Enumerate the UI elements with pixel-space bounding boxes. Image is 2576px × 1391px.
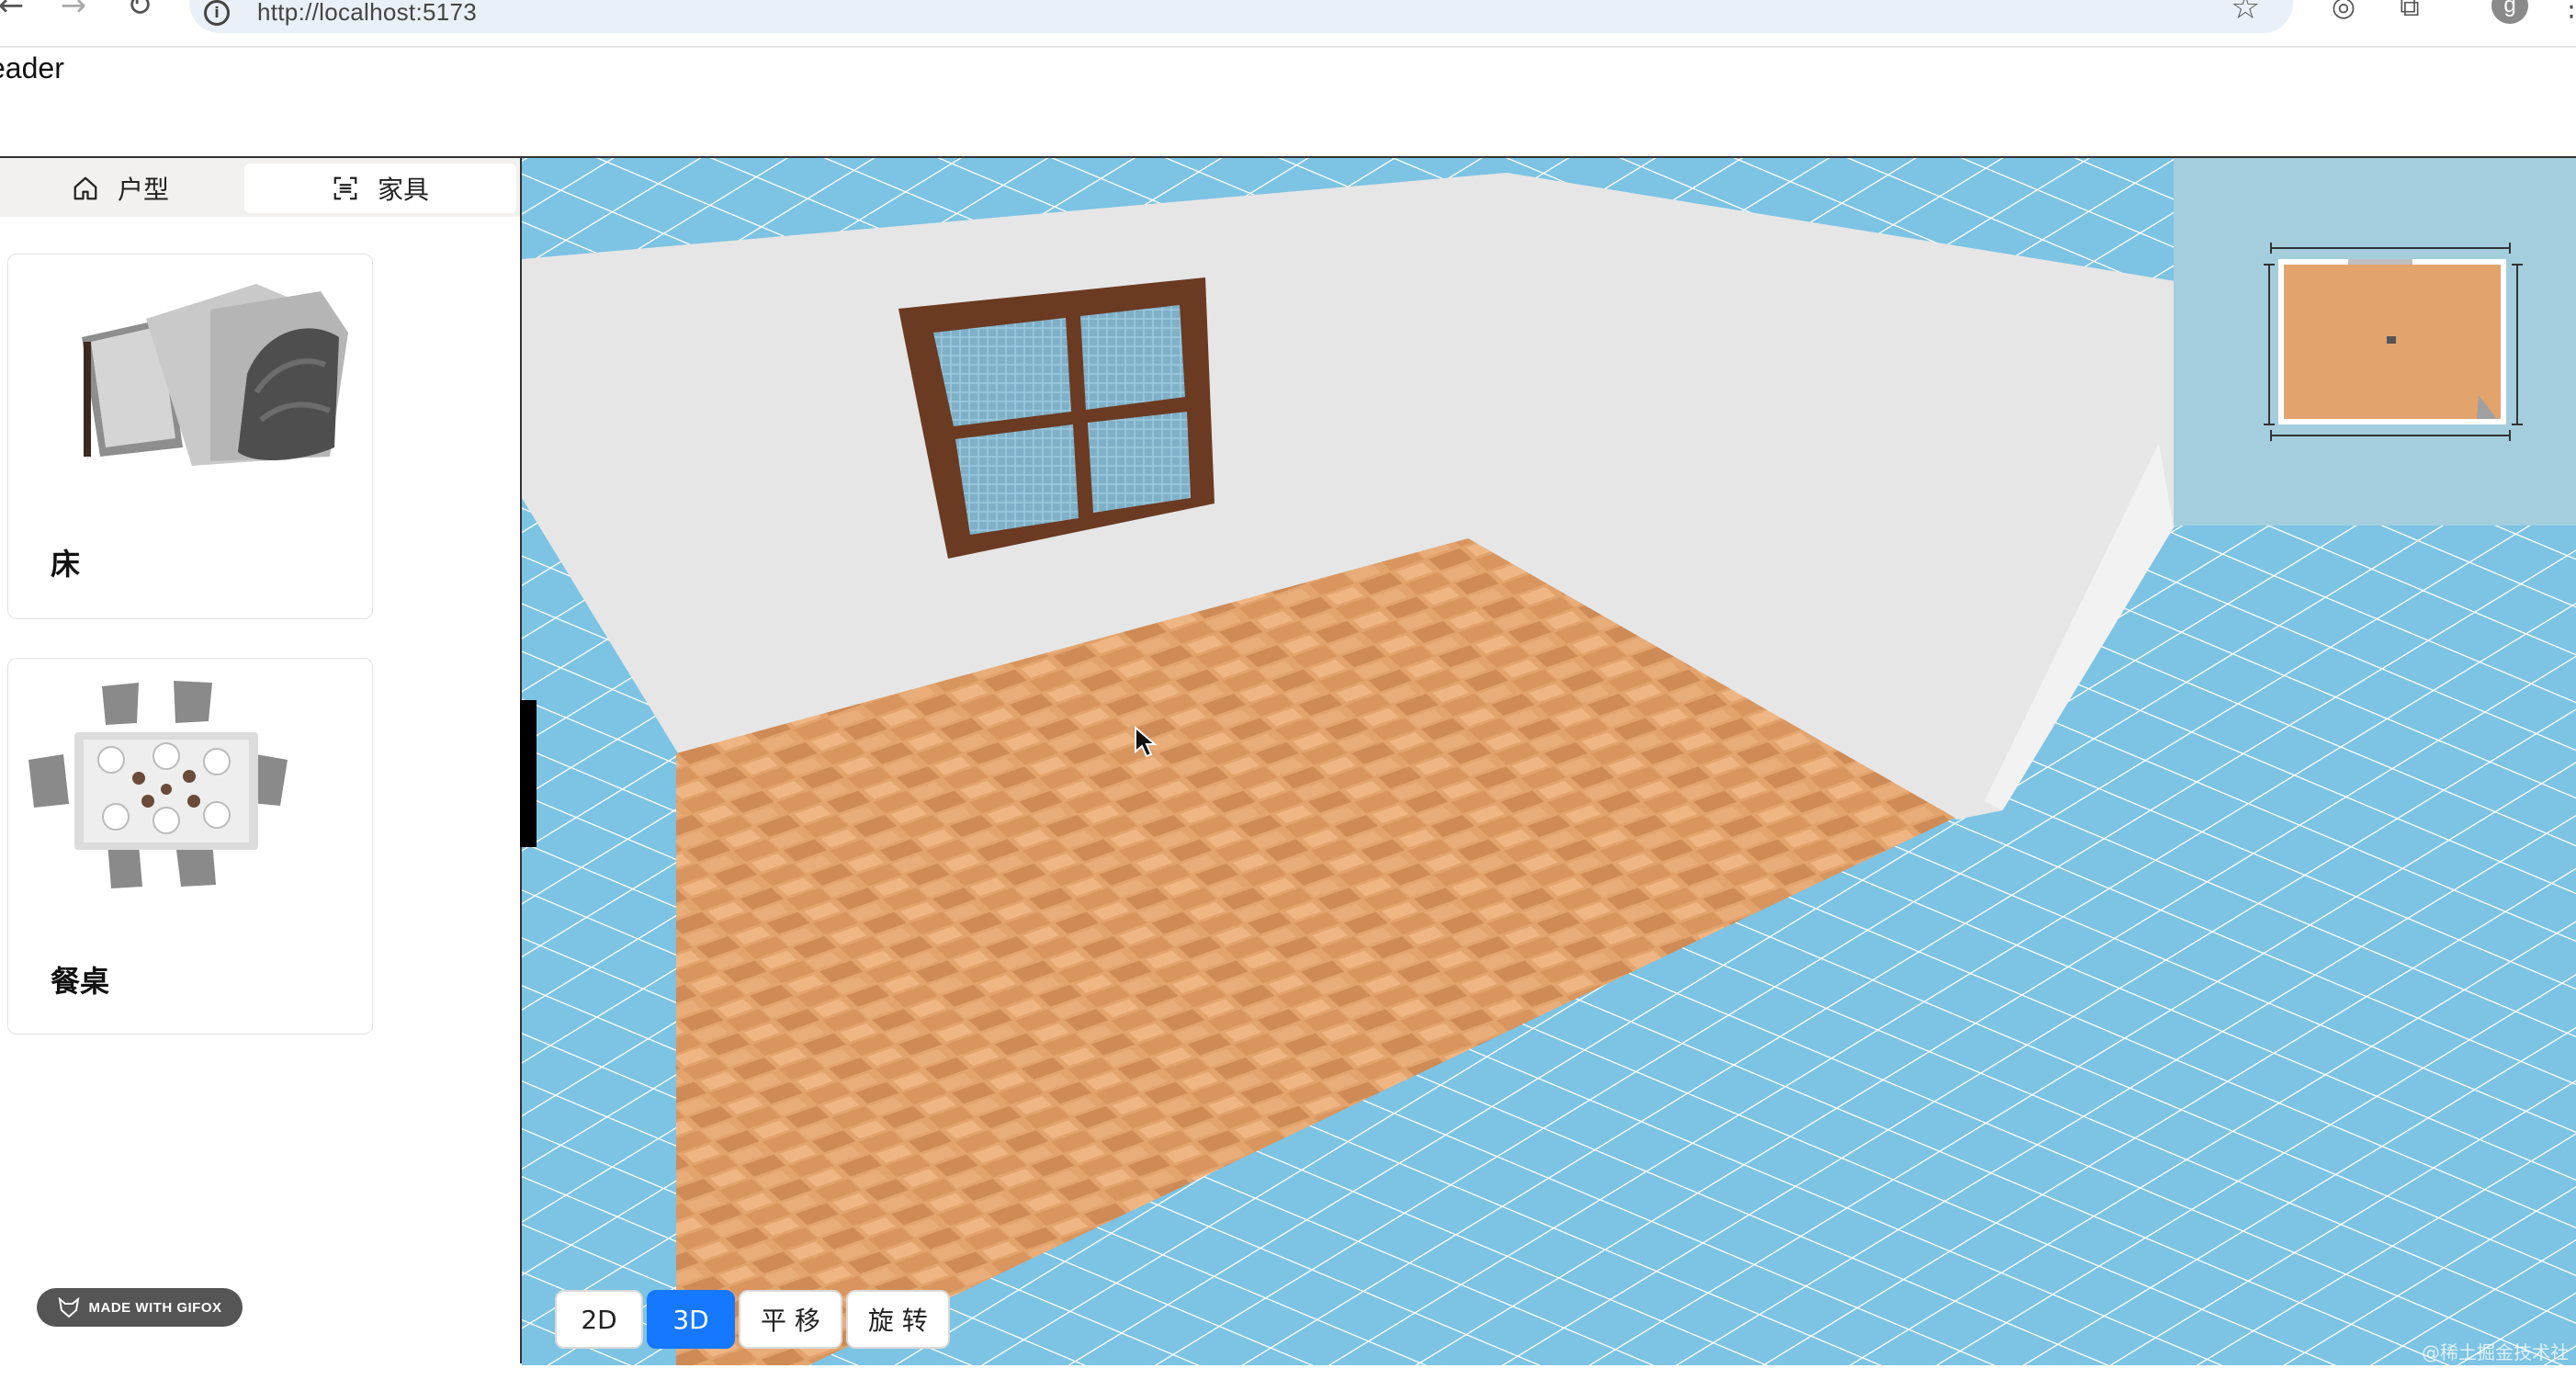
tab-label: 家具 [377,175,429,205]
forward-arrow-icon[interactable]: → [55,0,92,24]
furniture-label: 床 [51,547,81,582]
browser-toolbar: ← → ↻ i http://localhost:5173 ☆ ◎ ⧉ g ⋮ [0,0,2576,48]
mouse-cursor-icon [1134,725,1158,763]
furniture-card-bed[interactable]: 床 [7,254,373,619]
furniture-card-dining-table[interactable]: 餐桌 [7,658,373,1035]
back-arrow-icon[interactable]: ← [0,0,29,24]
url-text[interactable]: http://localhost:5173 [257,0,477,27]
puzzle-extensions-icon[interactable]: ⧉ [2394,0,2425,23]
minimap-window [2348,259,2412,265]
home-icon [72,175,99,202]
bed-model-thumbnail [82,284,348,466]
tab-furniture[interactable]: 家具 [244,164,516,213]
watermark: @稀土掘金技术社区 [2422,1341,2569,1390]
3d-view-button[interactable]: 3D [647,1290,735,1349]
2d-view-button[interactable]: 2D [555,1290,643,1349]
extension-icon[interactable]: ◎ [2328,0,2359,23]
pan-button[interactable]: 平 移 [739,1290,842,1349]
rotate-button[interactable]: 旋 转 [845,1290,950,1349]
sidebar-resize-handle[interactable] [520,700,537,847]
dining-table-model-thumbnail [28,681,288,888]
gifox-badge: MADE WITH GIFOX [37,1288,243,1327]
sidebar-panel: 户型 家具 床 餐桌 MADE WITH GIFOX [0,156,522,1363]
app-header: eader [0,48,2576,156]
scan-icon [332,175,359,202]
tab-label: 户型 [117,175,169,205]
sidebar-tabs: 户型 家具 [0,156,520,217]
minimap[interactable] [2174,158,2576,526]
profile-avatar[interactable]: g [2491,0,2528,24]
badge-text: MADE WITH GIFOX [88,1299,222,1316]
tab-floor-plan[interactable]: 户型 [0,164,241,213]
view-mode-toolbar: 2D 3D 平 移 旋 转 [555,1290,950,1349]
furniture-label: 餐桌 [51,964,110,999]
bookmark-star-icon[interactable]: ☆ [2231,0,2260,27]
address-bar[interactable]: i http://localhost:5173 [189,0,2293,33]
reload-icon[interactable]: ↻ [121,0,158,24]
fox-logo-icon [58,1297,80,1317]
site-info-icon[interactable]: i [204,0,230,26]
header-text: eader [0,51,64,85]
browser-menu-icon[interactable]: ⋮ [2558,0,2576,23]
